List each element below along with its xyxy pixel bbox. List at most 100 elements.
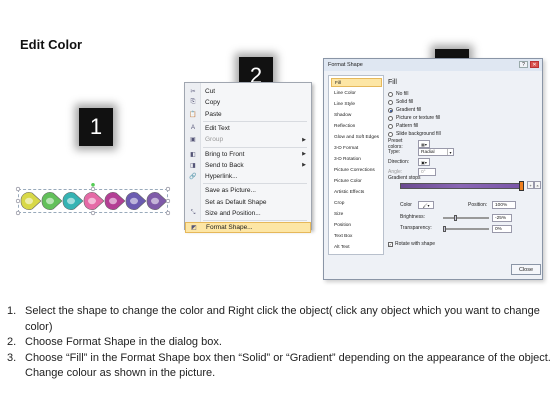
resize-handle[interactable] <box>165 210 171 216</box>
menu-item-label: Paste <box>205 110 222 118</box>
menu-item-paste[interactable]: 📋 Paste <box>185 109 311 120</box>
instruction-item: 1. Select the shape to change the color a… <box>7 304 552 335</box>
nav-item-artistic-effects[interactable]: Artistic Effects <box>331 188 382 197</box>
remove-stop-icon[interactable]: × <box>534 181 541 189</box>
rotate-with-shape-option[interactable]: ✓ Rotate with shape <box>388 241 435 247</box>
fill-option-label: Slide background fill <box>396 131 441 137</box>
instruction-item: 3. Choose “Fill” in the Format Shape box … <box>7 351 552 382</box>
nav-item-glow-and-soft-edges[interactable]: Glow and Soft Edges <box>331 133 382 142</box>
copy-icon: ⎘ <box>190 99 196 106</box>
nav-item-reflection[interactable]: Reflection <box>331 122 382 131</box>
fill-option-slide-background-fill[interactable]: Slide background fill <box>388 131 441 137</box>
fill-option-no-fill[interactable]: No fill <box>388 91 409 97</box>
gradient-bar[interactable] <box>400 183 522 189</box>
nav-item-3-d-format[interactable]: 3-D Format <box>331 144 382 153</box>
radio-button[interactable] <box>388 91 393 97</box>
transparency-input[interactable]: 0% <box>492 225 512 233</box>
shape-highlight <box>25 197 33 205</box>
menu-item-bring-to-front[interactable]: ◧ Bring to Front ▶ <box>185 149 311 160</box>
submenu-arrow-icon: ▶ <box>302 162 306 169</box>
resize-handle[interactable] <box>90 210 96 216</box>
menu-item-hyperlink[interactable]: 🔗 Hyperlink... <box>185 171 311 182</box>
selected-shapes[interactable] <box>15 183 171 217</box>
brightness-slider[interactable] <box>443 217 489 219</box>
brightness-thumb[interactable] <box>454 215 457 221</box>
blank-icon <box>185 185 201 196</box>
resize-handle[interactable] <box>15 198 21 204</box>
submenu-arrow-icon: ▶ <box>302 136 306 143</box>
rotate-handle[interactable] <box>91 183 95 187</box>
transparency-thumb[interactable] <box>443 226 446 232</box>
close-button[interactable]: Close <box>511 264 541 275</box>
fill-panel: Fill No fill Solid fill Gradient fill Pictu… <box>388 75 541 255</box>
fill-option-solid-fill[interactable]: Solid fill <box>388 99 413 105</box>
nav-item-crop[interactable]: Crop <box>331 199 382 208</box>
type-select[interactable]: Radial ▾ <box>418 148 454 156</box>
paste-icon: 📋 <box>189 111 197 118</box>
resize-handle[interactable] <box>165 198 171 204</box>
nav-item-line-style[interactable]: Line Style <box>331 100 382 109</box>
page-title: Edit Color <box>20 37 83 52</box>
radio-button[interactable] <box>388 107 393 113</box>
add-stop-icon[interactable]: + <box>527 181 534 189</box>
menu-item-send-to-back[interactable]: ◨ Send to Back ▶ <box>185 160 311 171</box>
shapes-graphic[interactable] <box>15 183 175 217</box>
menu-item-cut[interactable]: ✂ Cut <box>185 86 311 97</box>
help-button[interactable]: ? <box>519 61 528 68</box>
fill-option-pattern-fill[interactable]: Pattern fill <box>388 123 418 129</box>
menu-item-size-and-position[interactable]: ⤡ Size and Position... <box>185 208 311 219</box>
bring-front-icon: ◧ <box>190 151 196 158</box>
nav-item-picture-color[interactable]: Picture Color <box>331 177 382 186</box>
resize-handle[interactable] <box>15 210 21 216</box>
menu-separator <box>203 146 307 148</box>
resize-handle[interactable] <box>90 186 96 192</box>
nav-item-text-box[interactable]: Text Box <box>331 232 382 241</box>
resize-handle[interactable] <box>165 186 171 192</box>
nav-item-position[interactable]: Position <box>331 221 382 230</box>
menu-item-group[interactable]: ▣ Group ▶ <box>185 134 311 145</box>
nav-item-fill[interactable]: Fill <box>331 78 382 87</box>
color-row: Color 🖌▾ <box>400 201 434 209</box>
format-shape-icon: ◩ <box>191 225 197 232</box>
nav-item-size[interactable]: Size <box>331 210 382 219</box>
menu-item-edit-text[interactable]: A Edit Text <box>185 123 311 134</box>
shape-highlight <box>67 197 75 205</box>
direction-dropdown[interactable]: ▣▾ <box>418 158 430 166</box>
instruction-number: 2. <box>7 336 17 348</box>
instruction-text: Choose “Fill” in the Format Shape box th… <box>25 351 551 380</box>
gradient-stops-label: Gradient stops <box>388 175 421 181</box>
gradient-stop-handle[interactable] <box>519 181 524 191</box>
fill-option-picture-or-texture-fill[interactable]: Picture or texture fill <box>388 115 440 121</box>
preset-colors-dropdown[interactable]: ▦▾ <box>418 140 430 148</box>
nav-item-line-color[interactable]: Line Color <box>331 89 382 98</box>
brightness-input[interactable]: -25% <box>492 214 512 222</box>
shape-highlight <box>130 197 138 205</box>
transparency-slider[interactable] <box>443 228 489 230</box>
menu-separator <box>203 183 307 185</box>
shape-highlight <box>88 197 96 205</box>
fill-option-label: Pattern fill <box>396 123 419 129</box>
fill-option-label: No fill <box>396 91 409 97</box>
radio-button[interactable] <box>388 99 393 105</box>
nav-item-shadow[interactable]: Shadow <box>331 111 382 120</box>
menu-item-copy[interactable]: ⎘ Copy <box>185 97 311 108</box>
fill-option-gradient-fill[interactable]: Gradient fill <box>388 107 421 113</box>
resize-handle[interactable] <box>15 186 21 192</box>
position-row: Position: 100% <box>468 201 516 209</box>
dialog-title: Format Shape <box>324 59 542 71</box>
radio-button[interactable] <box>388 123 393 129</box>
nav-item-3-d-rotation[interactable]: 3-D Rotation <box>331 155 382 164</box>
nav-item-alt-text[interactable]: Alt Text <box>331 243 382 252</box>
menu-item-set-as-default-shape[interactable]: Set as Default Shape <box>185 197 311 208</box>
type-value: Radial <box>421 149 435 155</box>
nav-item-picture-corrections[interactable]: Picture Corrections <box>331 166 382 175</box>
radio-button[interactable] <box>388 131 393 137</box>
menu-item-format-shape[interactable]: ◩ Format Shape... <box>185 222 311 234</box>
close-x-button[interactable]: ✕ <box>530 61 539 68</box>
position-input[interactable]: 100% <box>492 201 516 209</box>
rotate-checkbox[interactable]: ✓ <box>388 241 393 247</box>
menu-item-save-as-picture[interactable]: Save as Picture... <box>185 185 311 196</box>
shape-highlight <box>46 197 54 205</box>
color-picker-button[interactable]: 🖌▾ <box>418 201 434 209</box>
radio-button[interactable] <box>388 115 393 121</box>
